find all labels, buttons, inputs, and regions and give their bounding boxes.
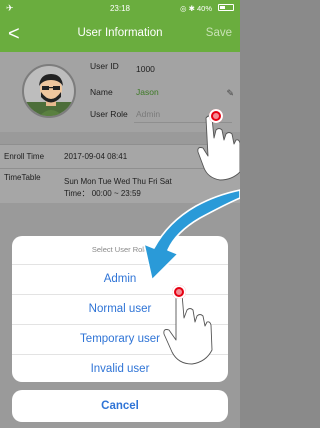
curved-arrow-icon: [143, 189, 240, 281]
hand-pointer-icon: [197, 115, 240, 181]
tutorial-overlay: [143, 115, 240, 365]
tap-indicator: [209, 109, 223, 123]
hand-pointer-icon: [163, 291, 213, 365]
tap-indicator: [172, 285, 186, 299]
